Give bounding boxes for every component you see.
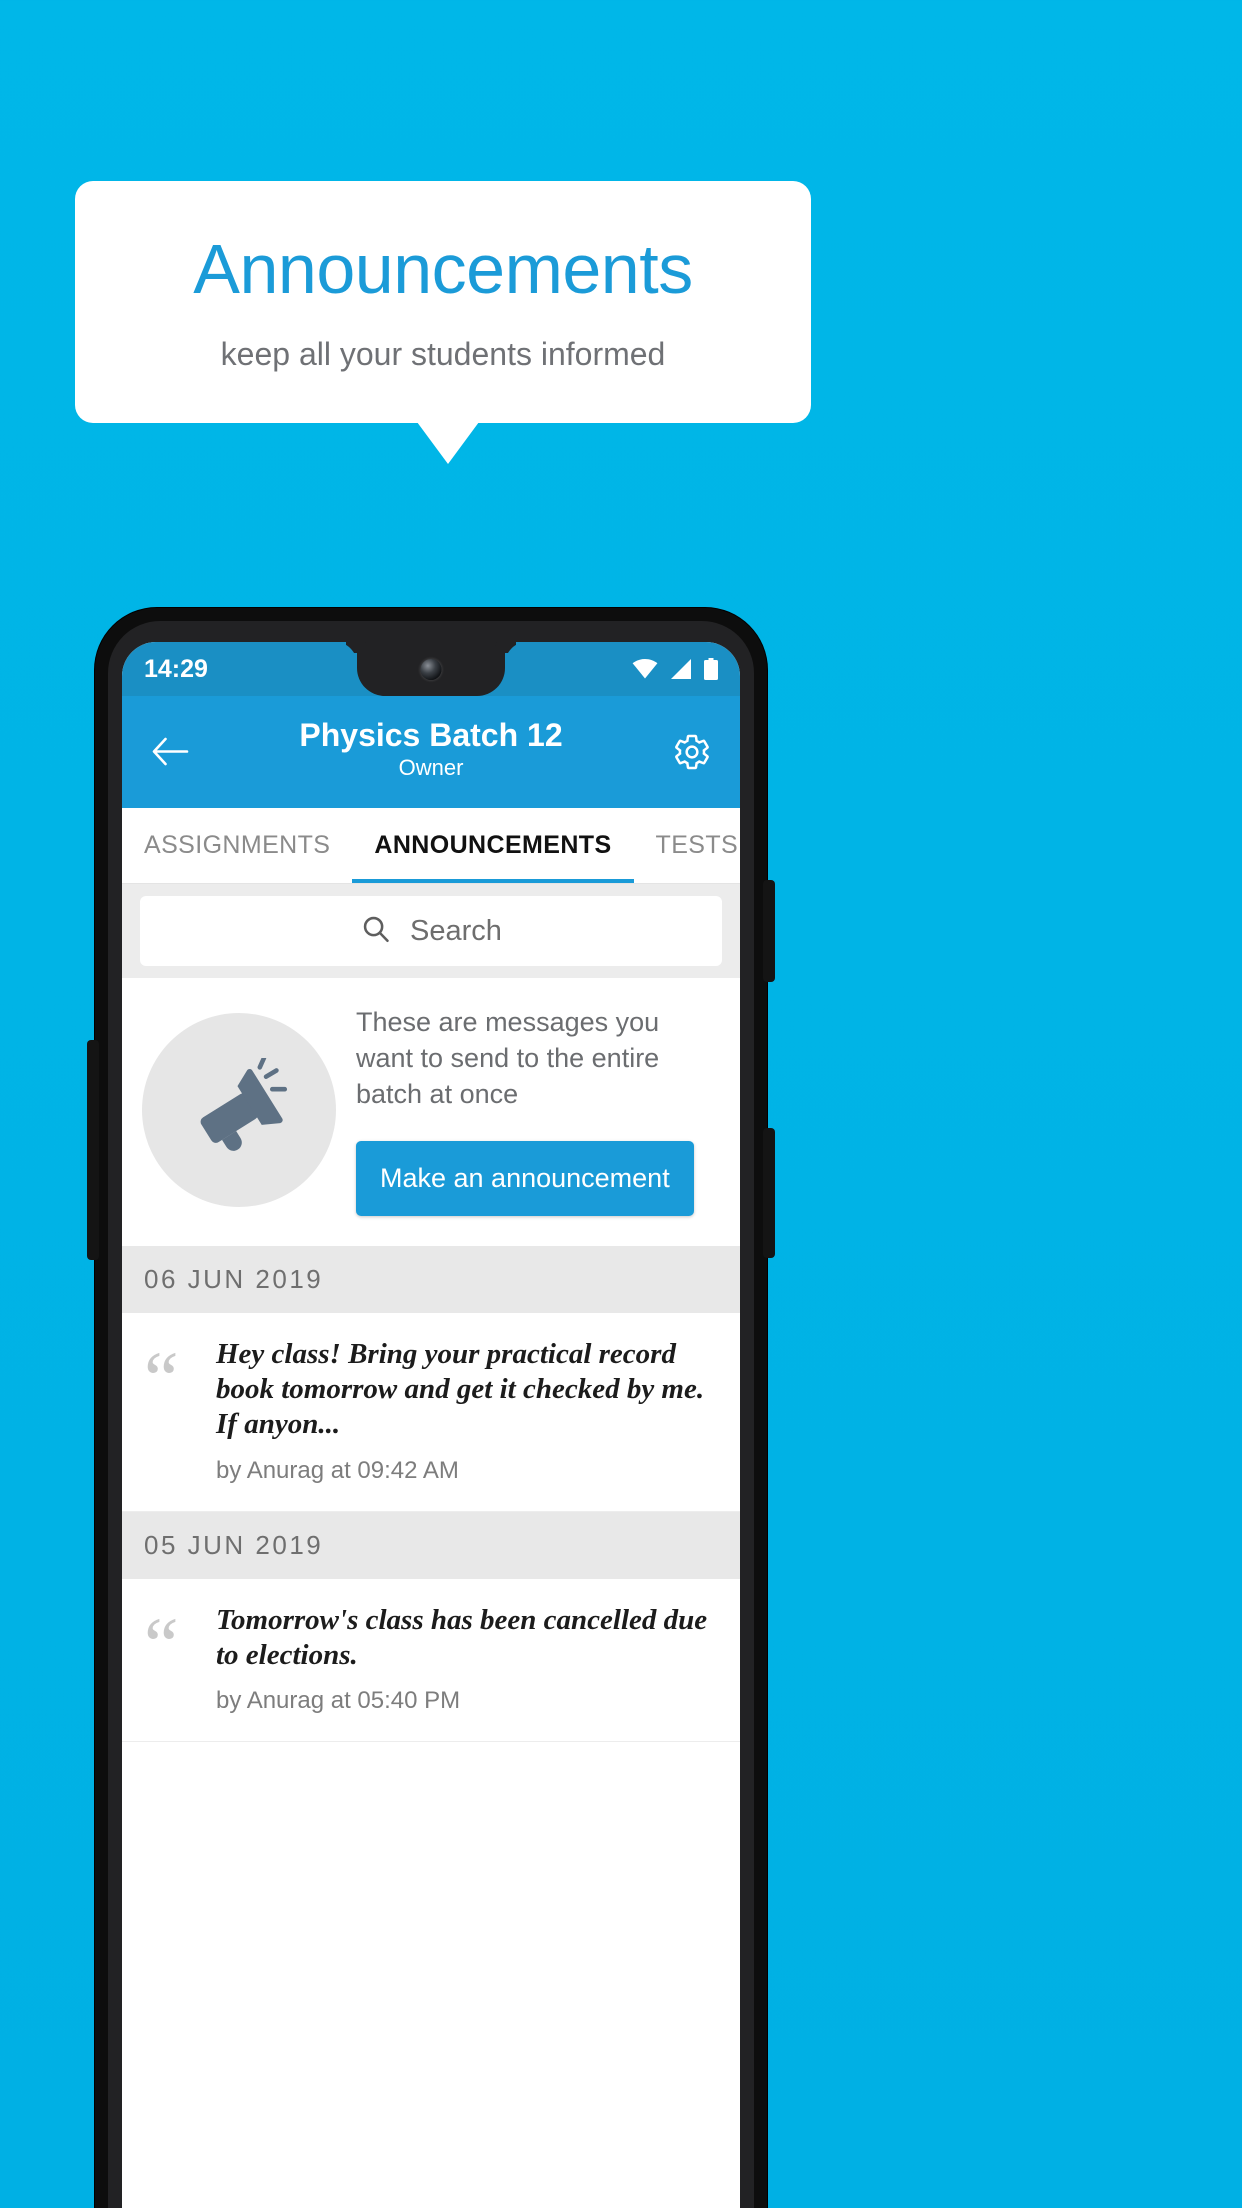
empty-state-description: These are messages you want to send to t… (356, 1007, 660, 1110)
announcement-body: Tomorrow's class has been cancelled due … (216, 1603, 718, 1716)
empty-state-promo: These are messages you want to send to t… (122, 978, 740, 1246)
announcement-meta: by Anurag at 09:42 AM (216, 1456, 459, 1484)
make-announcement-button[interactable]: Make an announcement (356, 1140, 694, 1216)
announcement-text: Tomorrow's class has been cancelled due … (216, 1603, 708, 1672)
date-header: 06 JUN 2019 (122, 1245, 740, 1313)
tab-tests[interactable]: TESTS (634, 808, 740, 883)
promo-subtitle: keep all your students informed (220, 336, 666, 372)
tab-bar[interactable]: ASSIGNMENTS ANNOUNCEMENTS TESTS Y (122, 808, 740, 884)
volume-button[interactable] (763, 1128, 775, 1258)
promo-title: Announcements (193, 230, 693, 308)
announcement-meta: by Anurag at 05:40 PM (216, 1687, 461, 1715)
announcement-item[interactable]: “ Tomorrow's class has been cancelled du… (122, 1578, 740, 1743)
assistant-button[interactable] (87, 1040, 99, 1260)
power-button[interactable] (763, 880, 775, 982)
tab-announcements[interactable]: ANNOUNCEMENTS (352, 808, 634, 883)
page-title: Physics Batch 12 (299, 717, 563, 754)
wifi-icon (632, 659, 658, 679)
tab-assignments[interactable]: ASSIGNMENTS (122, 808, 352, 883)
arrow-left-icon (152, 737, 189, 766)
phone-device: 14:29 Physics Batch 12 Owner ASSIGNMENTS… (87, 608, 775, 2208)
app-bar: Physics Batch 12 Owner (122, 696, 740, 808)
announcement-item[interactable]: “ Hey class! Bring your practical record… (122, 1312, 740, 1512)
gear-icon (675, 734, 709, 770)
search-input[interactable]: Search (140, 896, 722, 966)
page-subtitle: Owner (398, 755, 464, 781)
announcement-body: Hey class! Bring your practical record b… (216, 1337, 718, 1485)
promo-speech-bubble: Announcements keep all your students inf… (75, 181, 811, 423)
phone-notch (357, 642, 505, 696)
megaphone-avatar (142, 1012, 336, 1207)
quote-icon: “ (144, 1600, 179, 1688)
app-bar-titles: Physics Batch 12 Owner (196, 717, 666, 782)
status-time: 14:29 (144, 654, 208, 683)
search-icon (360, 913, 392, 950)
promo-bubble-tail (417, 422, 479, 464)
phone-screen: 14:29 Physics Batch 12 Owner ASSIGNMENTS… (122, 642, 740, 2208)
status-icons (632, 658, 718, 680)
announcement-text: Hey class! Bring your practical record b… (216, 1337, 705, 1441)
back-button[interactable] (144, 726, 196, 778)
empty-state-right: These are messages you want to send to t… (356, 1004, 720, 1216)
search-section: Search (122, 884, 740, 978)
megaphone-icon (200, 1057, 288, 1151)
date-header: 05 JUN 2019 (122, 1511, 740, 1579)
search-placeholder: Search (410, 914, 502, 947)
settings-button[interactable] (666, 726, 718, 778)
quote-icon: “ (144, 1334, 179, 1422)
front-camera (420, 659, 442, 680)
battery-icon (704, 658, 718, 680)
signal-icon (670, 659, 692, 679)
